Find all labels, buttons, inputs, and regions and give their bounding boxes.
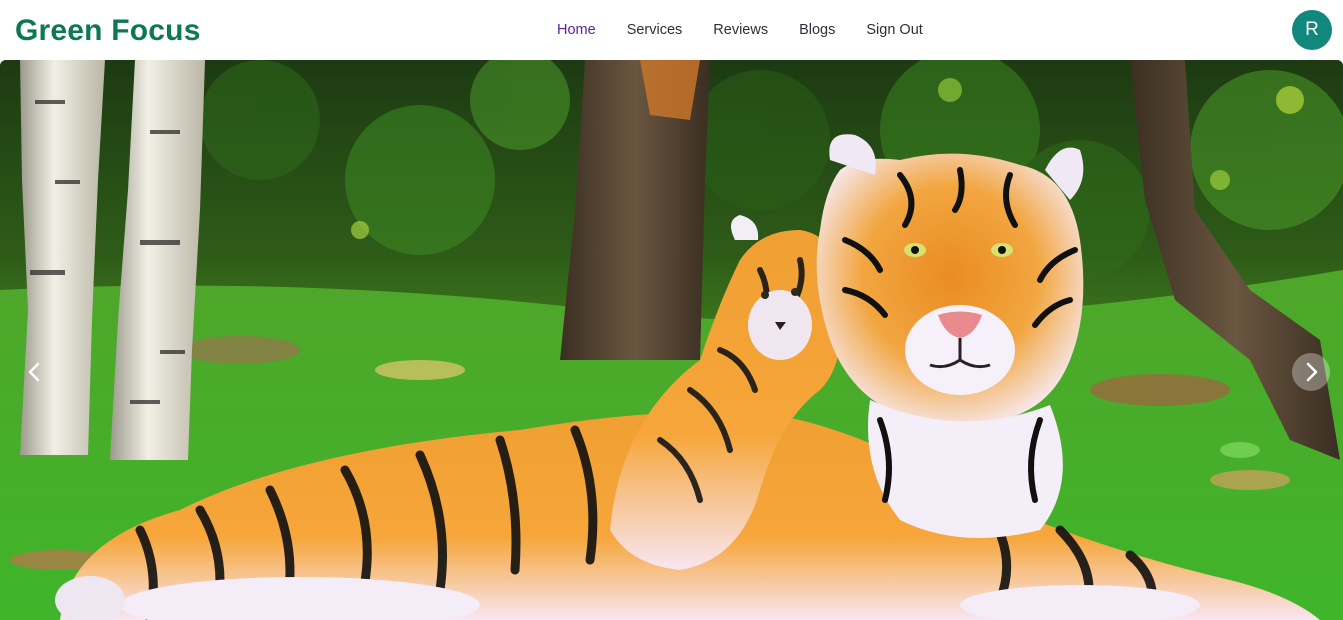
nav-menu: Home Services Reviews Blogs Sign Out [557,20,923,40]
nav-link-sign-out[interactable]: Sign Out [866,20,922,40]
navbar: Green Focus Home Services Reviews Blogs … [0,0,1343,60]
brand-logo-text[interactable]: Green Focus [15,13,201,49]
carousel-next-button[interactable] [1292,353,1330,391]
carousel-prev-button[interactable] [15,353,53,391]
nav-link-blogs[interactable]: Blogs [799,20,835,40]
nav-link-reviews[interactable]: Reviews [713,20,768,40]
hero-carousel [0,60,1343,620]
nav-link-services[interactable]: Services [627,20,683,40]
chevron-right-icon [1306,362,1318,382]
chevron-left-icon [28,362,40,382]
tiger-with-cub-photo [0,60,1343,620]
user-avatar[interactable]: R [1292,10,1332,50]
nav-link-home[interactable]: Home [557,20,596,40]
